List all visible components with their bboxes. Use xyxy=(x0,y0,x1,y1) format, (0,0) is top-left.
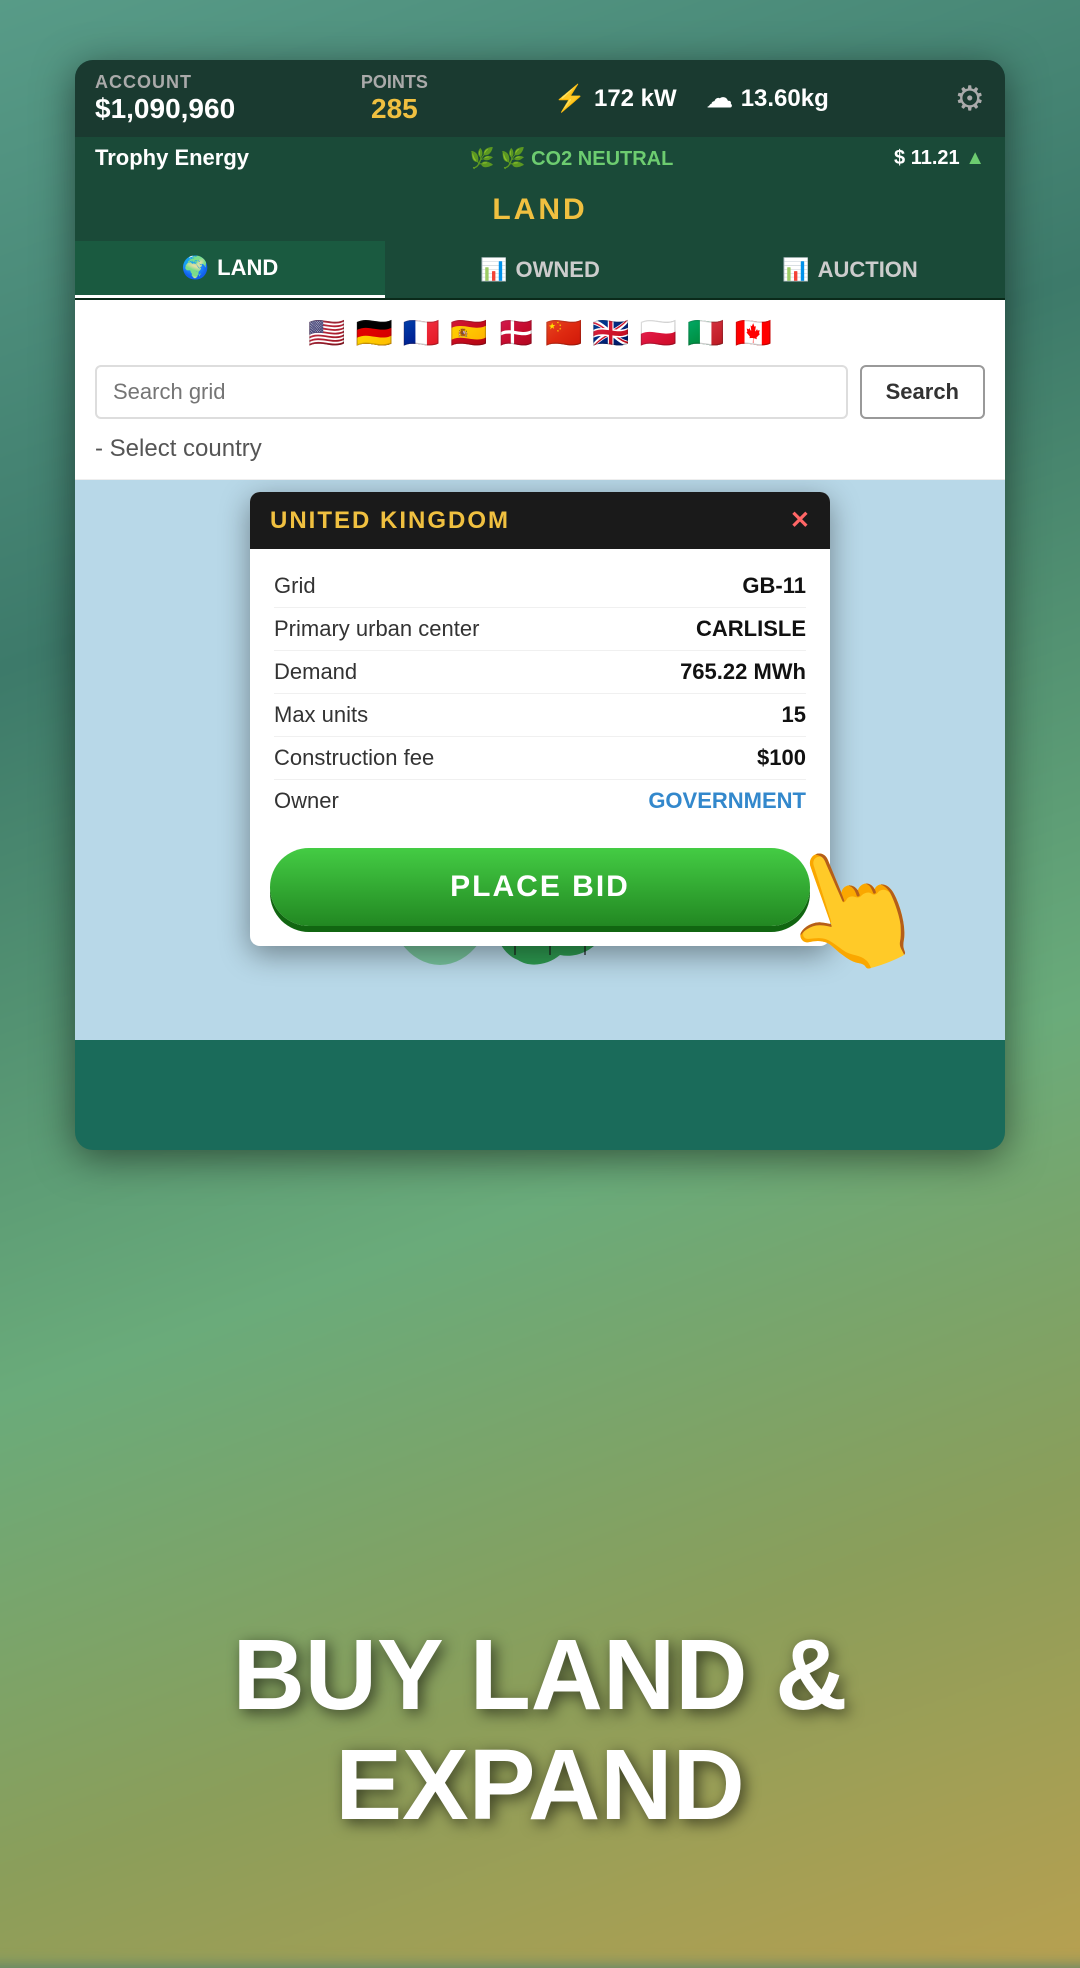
flag-row: 🇺🇸 🇩🇪 🇫🇷 🇪🇸 🇩🇰 🇨🇳 🇬🇧 🇵🇱 🇮🇹 🇨🇦 xyxy=(95,316,985,351)
settings-button[interactable]: ⚙ xyxy=(954,79,984,119)
cloud-icon: ☁ xyxy=(707,83,733,114)
tab-auction[interactable]: 📊 AUCTION xyxy=(695,241,1005,298)
flag-it[interactable]: 🇮🇹 xyxy=(687,316,724,351)
urban-value: CARLISLE xyxy=(696,616,806,642)
co2-stat: ☁ 13.60kg xyxy=(707,83,829,114)
sub-bar: Trophy Energy 🌿 🌿 CO2 NEUTRAL $ 11.21 ▲ xyxy=(75,137,1005,179)
auction-tab-label: AUCTION xyxy=(818,257,918,283)
tab-owned[interactable]: 📊 OWNED xyxy=(385,241,695,298)
demand-value: 765.22 MWh xyxy=(680,659,806,685)
panel-title: LAND xyxy=(75,179,1005,241)
tabs-container: 🌍 LAND 📊 OWNED 📊 AUCTION xyxy=(75,241,1005,300)
points-section: POINTS 285 xyxy=(361,72,428,125)
co2-value: 13.60kg xyxy=(741,85,829,113)
owned-tab-icon: 📊 xyxy=(480,257,507,283)
flag-cn[interactable]: 🇨🇳 xyxy=(545,316,582,351)
popup-title: UNITED KINGDOM xyxy=(270,507,510,535)
account-value: $1,090,960 xyxy=(95,93,235,125)
popup-close-button[interactable]: ✕ xyxy=(790,506,810,535)
owner-value: GOVERNMENT xyxy=(648,788,806,814)
construction-value: $100 xyxy=(757,745,806,771)
price-arrow-icon: ▲ xyxy=(965,147,985,169)
co2-badge: 🌿 🌿 CO2 NEUTRAL xyxy=(470,146,674,171)
tab-land[interactable]: 🌍 LAND xyxy=(75,241,385,298)
popup-row-max-units: Max units 15 xyxy=(274,694,806,737)
flag-pl[interactable]: 🇵🇱 xyxy=(640,316,677,351)
max-units-value: 15 xyxy=(782,702,806,728)
co2-label: 🌿 CO2 NEUTRAL xyxy=(501,146,674,171)
account-section: ACCOUNT $1,090,960 xyxy=(95,72,235,125)
select-country-dropdown[interactable]: - Select country xyxy=(75,419,1005,480)
owned-tab-label: OWNED xyxy=(516,257,600,283)
flag-fr[interactable]: 🇫🇷 xyxy=(403,316,440,351)
popup-row-owner: Owner GOVERNMENT xyxy=(274,780,806,822)
place-bid-button[interactable]: PLACE BID xyxy=(270,848,810,926)
auction-tab-icon: 📊 xyxy=(782,257,809,283)
map-area: UNITED KINGDOM ✕ Grid GB-11 Primary urba… xyxy=(75,480,1005,1040)
popup-row-urban: Primary urban center CARLISLE xyxy=(274,608,806,651)
search-row: Search xyxy=(95,365,985,419)
search-button[interactable]: Search xyxy=(860,365,985,419)
popup-row-demand: Demand 765.22 MWh xyxy=(274,651,806,694)
headline-line1: BUY LAND & xyxy=(0,1620,1080,1730)
headline-line2: EXPAND xyxy=(0,1730,1080,1840)
construction-label: Construction fee xyxy=(274,745,434,771)
flag-es[interactable]: 🇪🇸 xyxy=(450,316,487,351)
popup-header: UNITED KINGDOM ✕ xyxy=(250,492,830,549)
grid-value: GB-11 xyxy=(742,573,806,599)
search-input[interactable] xyxy=(95,365,848,419)
popup-row-grid: Grid GB-11 xyxy=(274,565,806,608)
power-value: 172 kW xyxy=(594,85,677,113)
price-value: $ 11.21 xyxy=(894,147,960,169)
company-name: Trophy Energy xyxy=(95,145,249,171)
power-stat: ⚡ 172 kW xyxy=(554,83,677,114)
urban-label: Primary urban center xyxy=(274,616,479,642)
popup-body: Grid GB-11 Primary urban center CARLISLE… xyxy=(250,549,830,838)
lightning-icon: ⚡ xyxy=(554,83,586,114)
top-bar: ACCOUNT $1,090,960 POINTS 285 ⚡ 172 kW ☁… xyxy=(75,60,1005,137)
points-value: 285 xyxy=(371,93,418,125)
flag-de[interactable]: 🇩🇪 xyxy=(356,316,393,351)
points-label: POINTS xyxy=(361,72,428,93)
bottom-text: BUY LAND & EXPAND xyxy=(0,1620,1080,1840)
search-area: 🇺🇸 🇩🇪 🇫🇷 🇪🇸 🇩🇰 🇨🇳 🇬🇧 🇵🇱 🇮🇹 🇨🇦 Search xyxy=(75,300,1005,419)
demand-label: Demand xyxy=(274,659,357,685)
account-label: ACCOUNT xyxy=(95,72,192,93)
flag-ca[interactable]: 🇨🇦 xyxy=(734,316,771,351)
flag-us[interactable]: 🇺🇸 xyxy=(308,316,345,351)
flag-dk[interactable]: 🇩🇰 xyxy=(498,316,535,351)
owner-label: Owner xyxy=(274,788,339,814)
popup-row-construction: Construction fee $100 xyxy=(274,737,806,780)
max-units-label: Max units xyxy=(274,702,368,728)
leaf-icon: 🌿 xyxy=(470,146,495,171)
grid-label: Grid xyxy=(274,573,316,599)
stats-center: ⚡ 172 kW ☁ 13.60kg xyxy=(554,83,829,114)
land-tab-icon: 🌍 xyxy=(182,255,209,281)
popup-card: UNITED KINGDOM ✕ Grid GB-11 Primary urba… xyxy=(250,492,830,946)
price-display: $ 11.21 ▲ xyxy=(894,147,985,170)
app-container: ACCOUNT $1,090,960 POINTS 285 ⚡ 172 kW ☁… xyxy=(75,60,1005,1150)
land-tab-label: LAND xyxy=(217,255,278,281)
flag-gb[interactable]: 🇬🇧 xyxy=(592,316,629,351)
